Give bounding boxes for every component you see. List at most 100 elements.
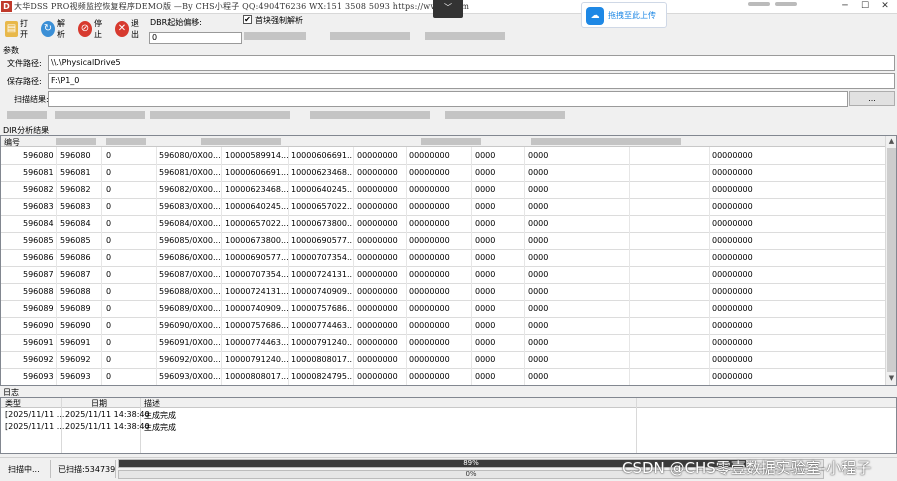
table-cell: 0000 [475, 338, 496, 347]
table-cell: 596092/0X00... [159, 355, 221, 364]
dir-result-table[interactable]: 编号 596080 596080 0 596080/0X00... 1000058991… [0, 135, 897, 386]
blurred-region [106, 138, 146, 145]
table-cell: 00000000 [357, 219, 398, 228]
table-cell: 00000000 [712, 287, 753, 296]
table-cell: 10000606691... [291, 151, 355, 160]
stop-button[interactable]: ⊘ 停止 [75, 18, 111, 40]
log-row[interactable]: [2025/11/11 ... 2025/11/11 14:38:40 生成完成 [1, 421, 636, 433]
blurred-region [775, 2, 797, 6]
file-path-input[interactable]: \\.\PhysicalDrive5 [48, 55, 895, 71]
table-cell: 596091/0X00... [159, 338, 221, 347]
minimize-icon[interactable]: ─ [838, 1, 852, 12]
log-row[interactable]: [2025/11/11 ... 2025/11/11 14:38:40 生成完成 [1, 409, 636, 421]
table-cell: 0 [106, 338, 112, 347]
table-row[interactable]: 596083 596083 0 596083/0X00... 10000640245..… [1, 199, 885, 216]
table-cell: 0 [106, 253, 112, 262]
close-icon[interactable]: ✕ [878, 1, 892, 12]
table-cell: 10000606691... [225, 168, 289, 177]
table-cell: 596093 [60, 372, 91, 381]
scan-state-text: 扫描中... [8, 465, 40, 474]
table-cell: 00000000 [357, 338, 398, 347]
table-cell: 596087 [23, 270, 54, 279]
table-cell: 596081 [23, 168, 54, 177]
log-column-desc: 描述 [144, 399, 160, 408]
table-cell: 596088 [23, 287, 54, 296]
scroll-down-icon[interactable]: ▼ [886, 373, 896, 384]
table-cell: 10000774463... [291, 321, 355, 330]
table-cell: 10000724131... [291, 270, 355, 279]
table-cell: 0000 [475, 270, 496, 279]
table-cell: 596093/0X00... [159, 372, 221, 381]
column-divider [221, 147, 222, 385]
maximize-icon[interactable]: ☐ [858, 1, 872, 12]
browse-button[interactable]: ... [849, 91, 895, 106]
table-row[interactable]: 596089 596089 0 596089/0X00... 10000740909..… [1, 301, 885, 318]
table-cell: 0000 [475, 304, 496, 313]
table-row[interactable]: 596086 596086 0 596086/0X00... 10000690577..… [1, 250, 885, 267]
table-cell: 10000774463... [225, 338, 289, 347]
vertical-scrollbar[interactable]: ▲ ▼ [885, 136, 896, 385]
table-cell: 0000 [528, 219, 549, 228]
table-cell: 596084/0X00... [159, 219, 221, 228]
table-row[interactable]: 596093 596093 0 596093/0X00... 10000808017..… [1, 369, 885, 385]
table-cell: 596092 [60, 355, 91, 364]
table-cell: 0 [106, 185, 112, 194]
table-row[interactable]: 596080 596080 0 596080/0X00... 10000589914..… [1, 148, 885, 165]
table-cell: 0 [106, 202, 112, 211]
save-path-input[interactable]: F:\P1_0 [48, 73, 895, 89]
table-cell: 0000 [475, 321, 496, 330]
table-row[interactable]: 596090 596090 0 596090/0X00... 10000757686..… [1, 318, 885, 335]
scan-result-input[interactable] [48, 91, 848, 107]
blurred-region [7, 111, 47, 119]
upload-badge[interactable]: ☁ 拖拽至此上传 [581, 2, 667, 28]
dbr-offset-input[interactable]: 0 [149, 32, 242, 44]
column-divider [629, 147, 630, 385]
table-cell: 10000808017... [225, 372, 289, 381]
params-group-label: 参数 [3, 46, 19, 55]
status-divider [115, 460, 116, 478]
blurred-region [56, 138, 96, 145]
table-cell: 00000000 [357, 304, 398, 313]
table-cell: 00000000 [357, 151, 398, 160]
table-cell: 00000000 [357, 355, 398, 364]
force-parse-checkbox[interactable]: ✔ [243, 15, 252, 24]
column-divider [406, 147, 407, 385]
table-row[interactable]: 596088 596088 0 596088/0X00... 10000724131..… [1, 284, 885, 301]
exit-button[interactable]: ✕ 退出 [112, 18, 148, 40]
table-cell: 596088/0X00... [159, 287, 221, 296]
column-divider [636, 398, 637, 453]
scrollbar-thumb[interactable] [887, 148, 896, 372]
table-cell: 10000623468... [291, 168, 355, 177]
parse-button[interactable]: ↻ 解析 [38, 18, 74, 40]
save-path-label: 保存路径: [7, 77, 42, 86]
open-button[interactable]: ▤ 打开 [2, 18, 36, 40]
log-list[interactable]: 类型 日期 描述 [2025/11/11 ... 2025/11/11 14:3… [0, 397, 897, 454]
table-row[interactable]: 596081 596081 0 596081/0X00... 10000606691..… [1, 165, 885, 182]
table-row[interactable]: 596082 596082 0 596082/0X00... 10000623468..… [1, 182, 885, 199]
table-row[interactable]: 596084 596084 0 596084/0X00... 10000657022..… [1, 216, 885, 233]
table-row[interactable]: 596092 596092 0 596092/0X00... 10000791240..… [1, 352, 885, 369]
scan-result-label: 扫描结果: [14, 95, 49, 104]
table-cell: 10000640245... [291, 185, 355, 194]
table-cell: 00000000 [712, 321, 753, 330]
table-cell: 10000791240... [291, 338, 355, 347]
table-cell: 00000000 [712, 338, 753, 347]
blurred-region [55, 111, 145, 119]
scroll-up-icon[interactable]: ▲ [886, 136, 896, 147]
chevron-down-icon[interactable]: ﹀ [433, 0, 463, 18]
blurred-region [445, 111, 565, 119]
column-divider [524, 147, 525, 385]
table-cell: 596083 [60, 202, 91, 211]
exit-button-label: 退出 [131, 19, 139, 39]
table-row[interactable]: 596091 596091 0 596091/0X00... 10000774463..… [1, 335, 885, 352]
table-cell: 00000000 [409, 236, 450, 245]
blurred-region [748, 2, 770, 6]
table-cell: 00000000 [712, 219, 753, 228]
table-row[interactable]: 596085 596085 0 596085/0X00... 10000673800..… [1, 233, 885, 250]
table-cell: 596080/0X00... [159, 151, 221, 160]
table-cell: 0000 [475, 253, 496, 262]
table-row[interactable]: 596087 596087 0 596087/0X00... 10000707354..… [1, 267, 885, 284]
column-divider [471, 147, 472, 385]
table-cell: 00000000 [409, 253, 450, 262]
table-cell: 10000740909... [291, 287, 355, 296]
